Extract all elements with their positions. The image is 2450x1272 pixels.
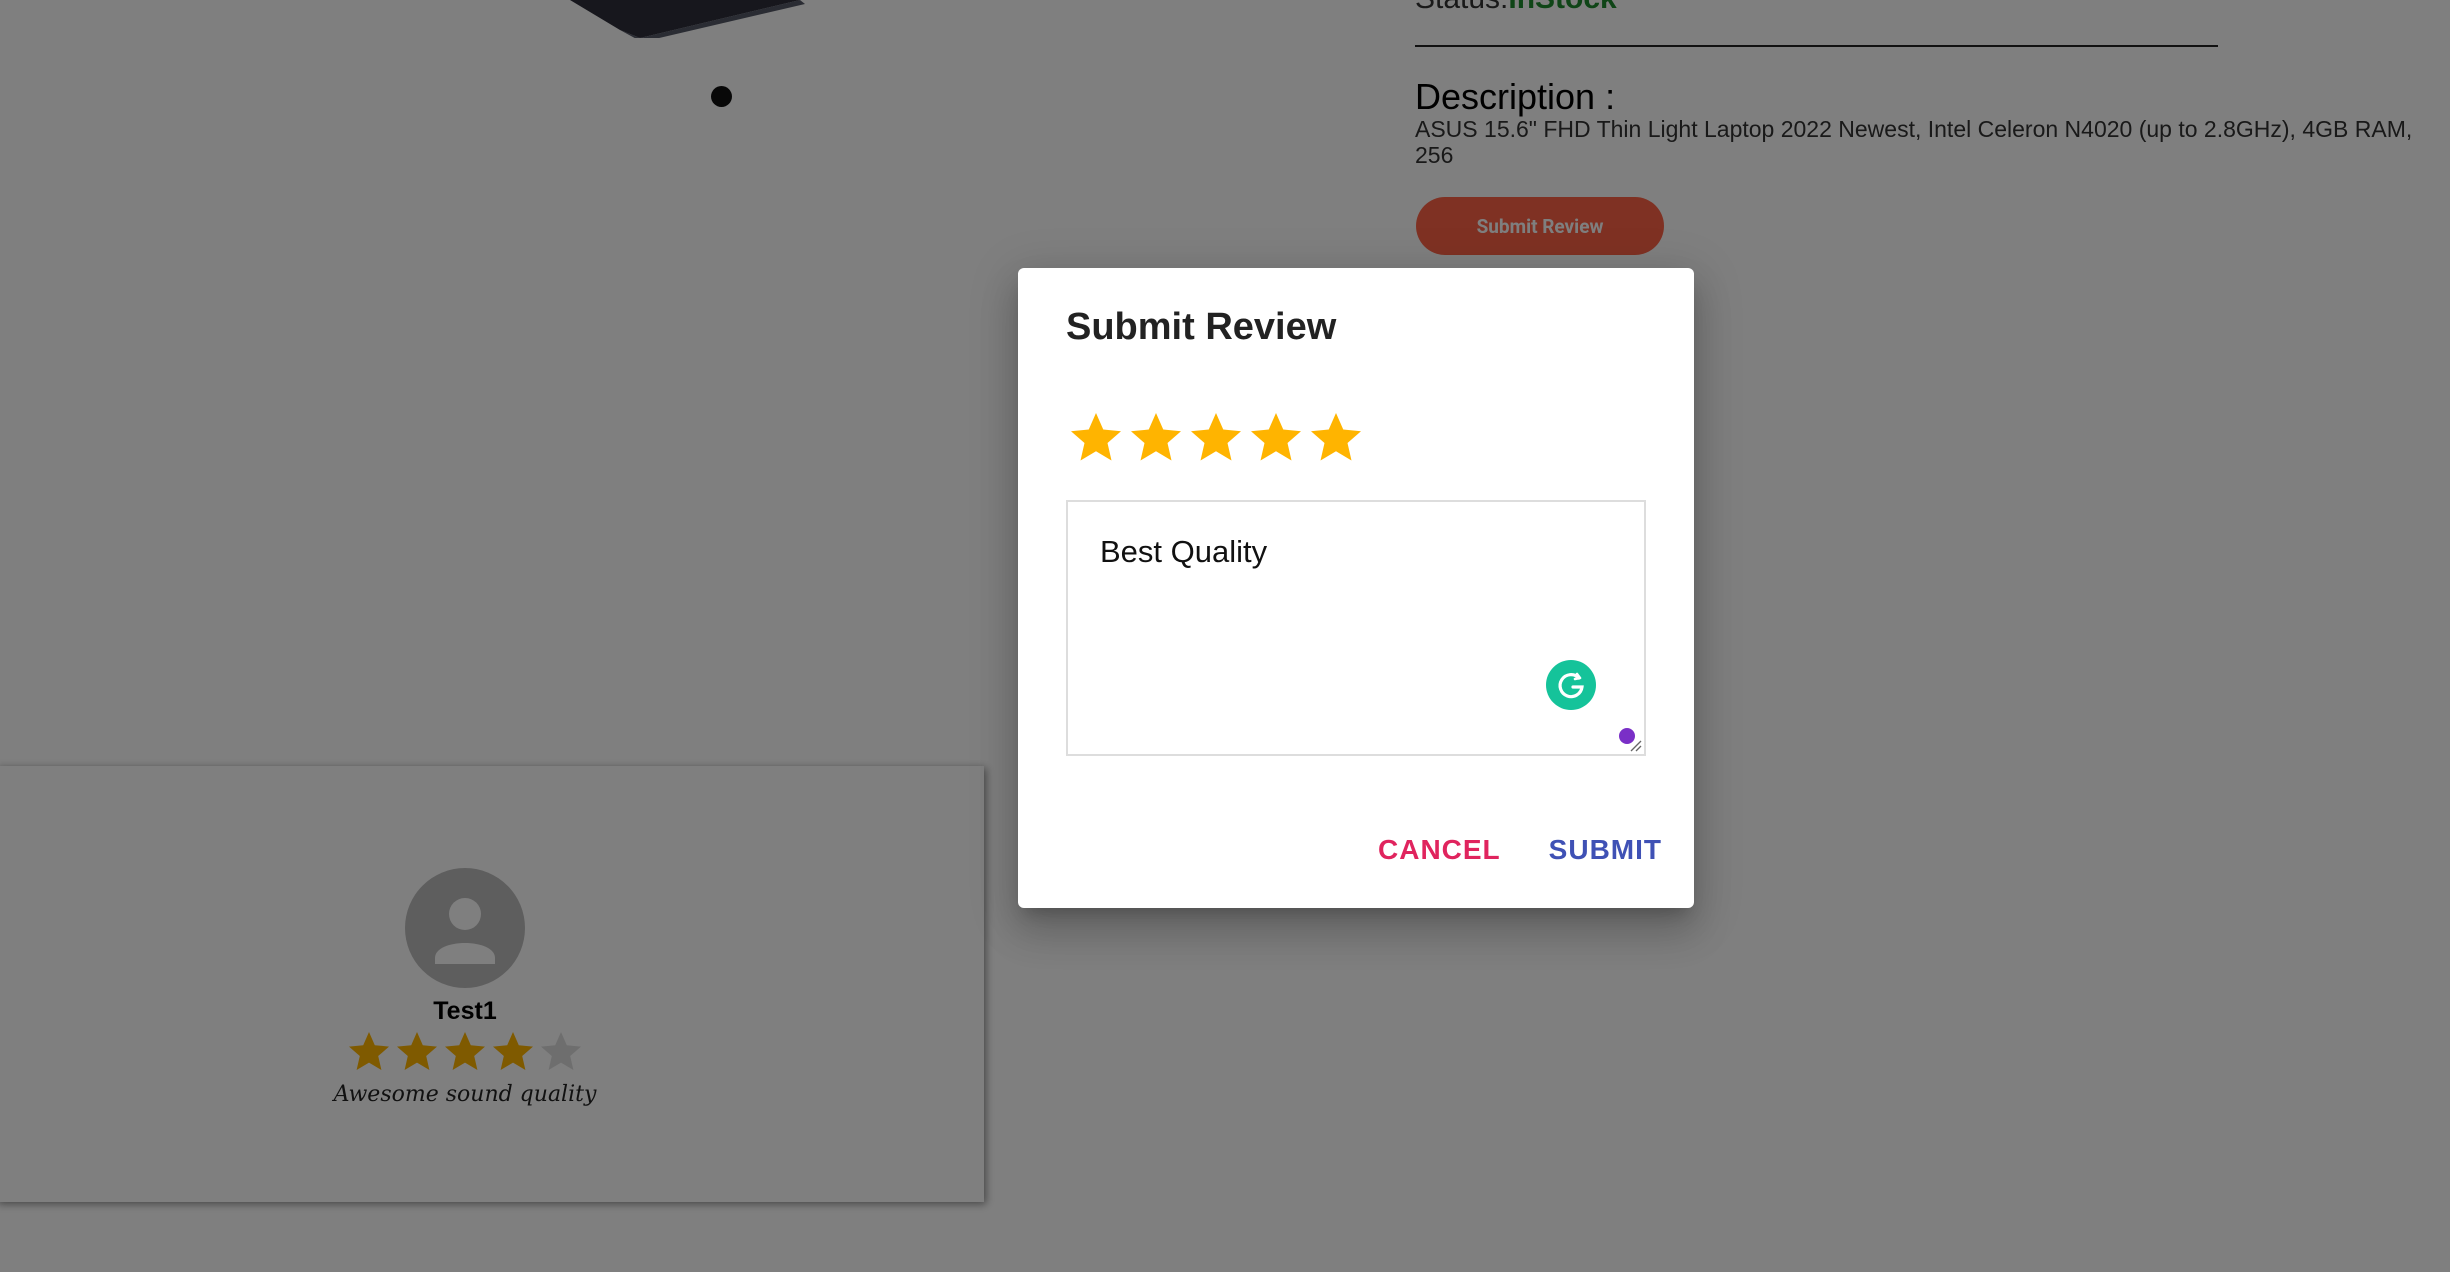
rating-input[interactable] bbox=[1066, 408, 1366, 468]
star-icon[interactable] bbox=[1306, 408, 1366, 468]
resize-handle-icon[interactable] bbox=[1628, 738, 1642, 752]
submit-button[interactable]: SUBMIT bbox=[1549, 834, 1662, 866]
dialog-actions: CANCEL SUBMIT bbox=[1378, 834, 1662, 866]
star-icon[interactable] bbox=[1186, 408, 1246, 468]
star-icon[interactable] bbox=[1066, 408, 1126, 468]
star-icon[interactable] bbox=[1126, 408, 1186, 468]
submit-review-dialog: Submit Review CANCEL SUBMIT bbox=[1018, 268, 1694, 908]
grammarly-icon[interactable] bbox=[1546, 660, 1596, 710]
review-textarea-container bbox=[1066, 500, 1646, 756]
star-icon[interactable] bbox=[1246, 408, 1306, 468]
dialog-title: Submit Review bbox=[1066, 306, 1337, 348]
cancel-button[interactable]: CANCEL bbox=[1378, 834, 1501, 866]
review-textarea[interactable] bbox=[1068, 502, 1644, 754]
